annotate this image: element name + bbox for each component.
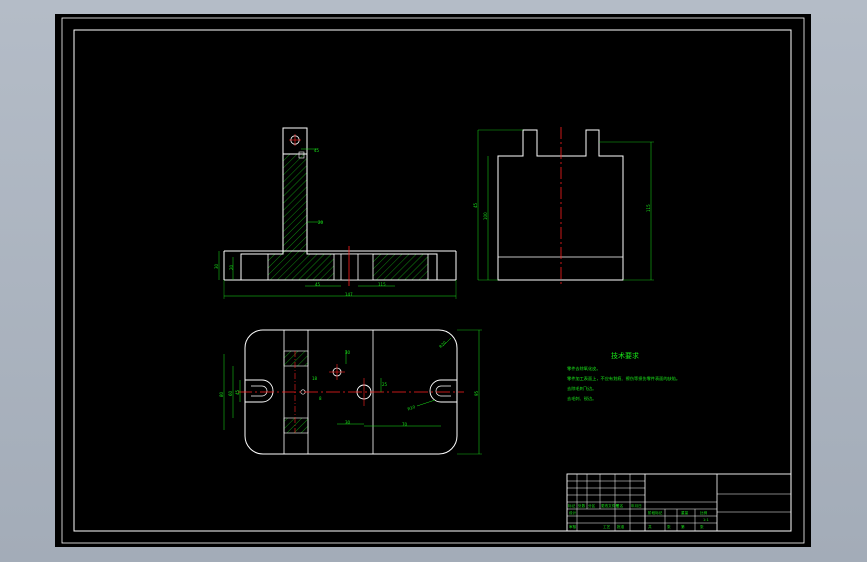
dim-small-b: 8 (319, 396, 322, 401)
tb-label-sheets-2: 张 (700, 524, 704, 529)
front-view[interactable]: 45 20 30 20 45 115 147 (214, 127, 457, 299)
top-view[interactable]: R20 80 60 45 30 25 18 8 R10 30 70 95 (219, 329, 482, 455)
dim-top-right-h: 95 (474, 390, 479, 396)
tech-req-title: 技术要求 (611, 351, 639, 360)
side-outline (497, 129, 624, 281)
center-slot (333, 253, 374, 281)
right-u-slot (429, 379, 457, 403)
tb-label-approve: 批准 (617, 524, 625, 529)
dim-left-b: 20 (229, 264, 234, 270)
tb-label-design: 设计 (569, 510, 577, 515)
dim-right-slot: R10 (407, 404, 417, 412)
tb-label-number: 第 (681, 524, 685, 529)
tb-label-scale: 比例 (700, 510, 708, 515)
dim-top-left-2: 60 (228, 390, 233, 396)
post-hatch (283, 154, 307, 254)
dim-top-bottom-b: 70 (402, 422, 408, 427)
dim-overall: 147 (345, 292, 353, 297)
tb-label-review: 审核 (569, 524, 577, 529)
cad-drawing: 45 20 30 20 45 115 147 45 100 115 R20 80… (61, 17, 805, 544)
tb-scale-value: 1:1 (703, 518, 709, 522)
dim-hole-a: 30 (345, 350, 351, 355)
base-hatch-left (268, 254, 334, 280)
dim-top-r: 45 (314, 148, 320, 153)
dim-left-a: 30 (214, 263, 219, 269)
tb-label-total: 共 (648, 524, 652, 529)
tech-req-line-2: 零件加工表面上，不应有划痕、擦伤等损伤零件表面的缺陷。 (567, 375, 680, 382)
dim-side-right: 115 (646, 204, 651, 212)
left-u-slot (245, 379, 274, 403)
dim-bottom-a: 45 (315, 282, 321, 287)
dim-side-left-outer: 45 (473, 202, 478, 208)
tb-label-sign: 签名 (616, 503, 624, 508)
tb-label-mark: 标记 (568, 503, 576, 508)
technical-requirements: 技术要求 零件去除氧化皮。 零件加工表面上，不应有划痕、擦伤等损伤零件表面的缺陷… (567, 351, 680, 402)
tb-label-sheets-1: 张 (667, 524, 671, 529)
base-hatch-right (373, 254, 428, 280)
tb-label-weight: 重量 (681, 510, 689, 515)
side-view[interactable]: 45 100 115 (473, 127, 654, 284)
dim-bottom-b: 115 (378, 282, 386, 287)
dim-corner-r: R20 (438, 340, 447, 349)
dim-top-left-1: 80 (219, 391, 224, 397)
drawing-viewport[interactable]: 45 20 30 20 45 115 147 45 100 115 R20 80… (55, 14, 811, 547)
dim-top-left-3: 45 (235, 389, 240, 395)
dim-web: 20 (318, 220, 324, 225)
title-block[interactable]: 标记 处数 分区 更改文件号 签名 年月日 设计 审核 工艺 批准 阶段标记 重… (566, 473, 792, 532)
tech-req-line-1: 零件去除氧化皮。 (567, 365, 601, 372)
tb-label-process: 工艺 (603, 524, 611, 529)
tb-label-zone: 分区 (588, 503, 596, 508)
tb-label-stage: 阶段标记 (648, 510, 663, 515)
dim-hole-b: 25 (382, 382, 388, 387)
tb-label-date: 年月日 (631, 503, 642, 508)
dim-top-bottom-a: 30 (345, 420, 351, 425)
tb-label-count: 处数 (578, 503, 586, 508)
tech-req-line-4: 去毛刺、锐边。 (567, 395, 596, 402)
tech-req-line-3: 去除毛刺飞边。 (567, 385, 596, 392)
dim-side-left-inner: 100 (483, 212, 488, 220)
dim-small-a: 18 (312, 376, 318, 381)
